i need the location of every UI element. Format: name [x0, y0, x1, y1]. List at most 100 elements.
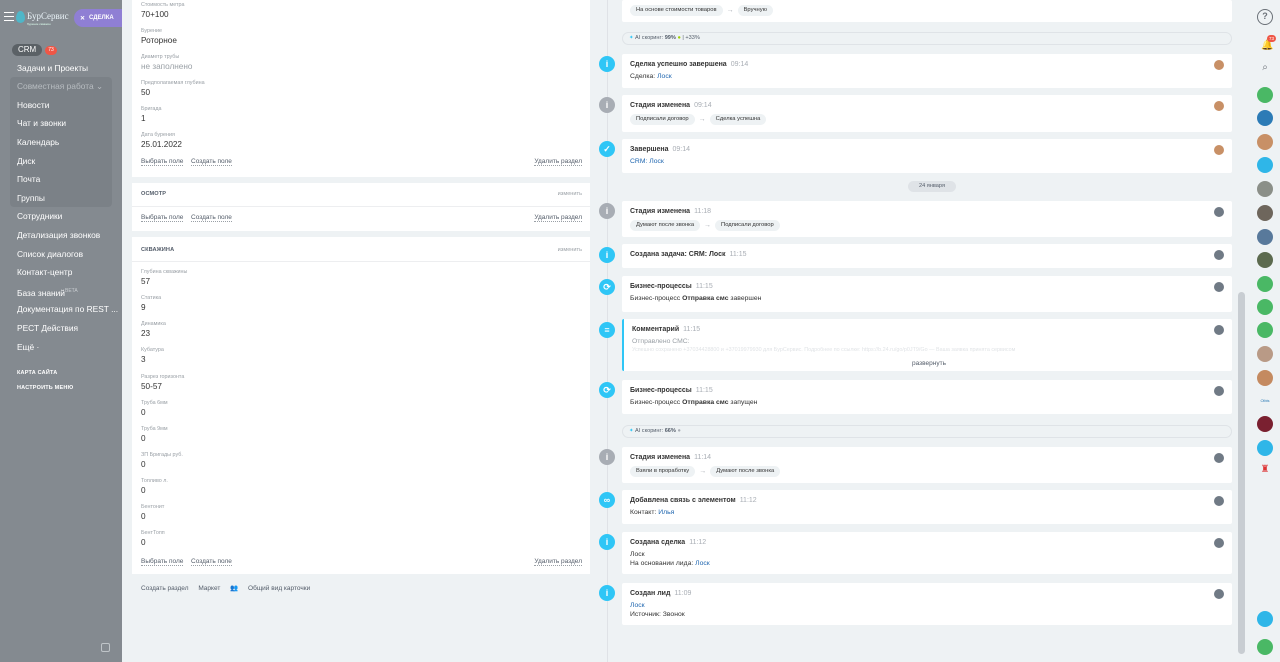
sidebar-item-call-details[interactable]: Детализация звонков	[0, 226, 122, 245]
phone-icon[interactable]	[1257, 322, 1273, 338]
deal-close-button[interactable]: ✕ СДЕЛКА	[74, 9, 122, 27]
avatar[interactable]	[1214, 325, 1224, 335]
site-map-link[interactable]: КАРТА САЙТА	[0, 366, 122, 381]
exit-icon[interactable]	[1257, 611, 1273, 627]
create-field-link[interactable]: Создать поле	[191, 214, 232, 222]
sidebar-item-crm[interactable]: CRM 73	[0, 40, 122, 59]
chat-avatar[interactable]	[1257, 370, 1273, 386]
avatar[interactable]	[1214, 250, 1224, 260]
delete-section-link[interactable]: Удалить раздел	[534, 158, 582, 166]
ai-scoring-bar[interactable]: ✦ AI скоринг: 66% ●	[622, 425, 1232, 438]
field-row[interactable]: Предполагаемая глубина 50	[141, 80, 205, 98]
avatar[interactable]	[1214, 207, 1224, 217]
avatar[interactable]	[1214, 282, 1224, 292]
user-icon[interactable]	[1257, 157, 1273, 173]
menu-icon[interactable]	[4, 12, 14, 21]
phone-icon[interactable]	[1257, 87, 1273, 103]
sidebar-item-tasks[interactable]: Задачи и Проекты	[0, 59, 122, 78]
field-row[interactable]: Глубина скважины 57	[141, 269, 187, 287]
section-edit-link[interactable]: изменить	[558, 247, 582, 253]
section-edit-link[interactable]: изменить	[558, 191, 582, 197]
chat-avatar[interactable]	[1257, 134, 1273, 150]
expand-link[interactable]: развернуть	[912, 360, 946, 367]
lead-link[interactable]: Лоск	[630, 602, 645, 609]
field-row[interactable]: Разрез горизонта 50-57	[141, 374, 184, 392]
avatar[interactable]	[1214, 538, 1224, 548]
field-row[interactable]: Стоимость метра 70+100	[141, 2, 184, 20]
sidebar-item-chat[interactable]: Чат и звонки	[10, 114, 112, 133]
sidebar-item-knowledge-base[interactable]: База знанийBETA	[0, 282, 122, 301]
avatar[interactable]	[1214, 101, 1224, 111]
delete-section-link[interactable]: Удалить раздел	[534, 214, 582, 222]
sidebar-item-contact-center[interactable]: Контакт-центр	[0, 263, 122, 282]
lead-link[interactable]: Лоск	[695, 560, 710, 567]
chat-avatar[interactable]	[1257, 205, 1273, 221]
delete-section-link[interactable]: Удалить раздел	[534, 558, 582, 566]
chat-avatar[interactable]	[1257, 252, 1273, 268]
field-row[interactable]: Дата бурения 25.01.2022	[141, 132, 182, 150]
sidebar-item-rest-actions[interactable]: РЕСТ Действия	[0, 319, 122, 338]
avatar[interactable]	[1214, 60, 1224, 70]
app-icon[interactable]: ♜	[1257, 464, 1273, 480]
sidebar-item-dialogs[interactable]: Список диалогов	[0, 245, 122, 264]
field-value: 50-57	[141, 382, 162, 391]
field-row[interactable]: Диаметр трубы не заполнено	[141, 54, 192, 72]
chat-avatar[interactable]	[1257, 346, 1273, 362]
select-field-link[interactable]: Выбрать поле	[141, 214, 184, 222]
contact-link[interactable]: Илья	[658, 509, 674, 516]
card-view-link[interactable]: Общий вид карточки	[248, 585, 310, 592]
event-body: На основании лида: Лоск	[630, 560, 710, 567]
select-field-link[interactable]: Выбрать поле	[141, 558, 184, 566]
field-row[interactable]: Труба 9мм 0	[141, 426, 168, 444]
bell-icon[interactable]: 🔔 73	[1257, 35, 1276, 54]
app-icon[interactable]: Olbis	[1257, 393, 1273, 409]
field-row[interactable]: Бригада 1	[141, 106, 162, 124]
create-section-link[interactable]: Создать раздел	[141, 585, 189, 592]
field-row[interactable]: Бентонит 0	[141, 504, 164, 522]
field-row[interactable]: Труба 6мм 0	[141, 400, 168, 418]
sidebar-item-disk[interactable]: Диск	[10, 152, 112, 171]
create-field-link[interactable]: Создать поле	[191, 158, 232, 166]
user-icon[interactable]	[1257, 299, 1273, 315]
market-link[interactable]: Маркет	[198, 585, 220, 592]
sidebar-item-more[interactable]: Ещё ·	[0, 338, 122, 357]
field-row[interactable]: Топливо л. 0	[141, 478, 168, 496]
ai-scoring-bar[interactable]: ✦ AI скоринг: 99% ● | +33%	[622, 32, 1232, 45]
field-row[interactable]: Кубатура 3	[141, 347, 164, 365]
group-chat-icon[interactable]	[1257, 440, 1273, 456]
chat-avatar[interactable]	[1257, 181, 1273, 197]
field-row[interactable]: Статика 9	[141, 295, 161, 313]
help-icon[interactable]: ?	[1257, 9, 1273, 25]
call-icon[interactable]	[1257, 639, 1273, 655]
avatar[interactable]	[1214, 145, 1224, 155]
field-row[interactable]: БентТопп 0	[141, 530, 165, 548]
user-icon[interactable]	[1257, 276, 1273, 292]
avatar[interactable]	[1214, 496, 1224, 506]
field-row[interactable]: Динамика 23	[141, 321, 166, 339]
sidebar-item-news[interactable]: Новости	[10, 96, 112, 115]
openlines-icon[interactable]	[1257, 110, 1273, 126]
select-field-link[interactable]: Выбрать поле	[141, 158, 184, 166]
search-icon[interactable]: ⌕	[1257, 62, 1273, 78]
scrollbar[interactable]	[1238, 292, 1245, 654]
field-row[interactable]: Бурение Роторное	[141, 28, 177, 46]
field-row[interactable]: ЗП Бригады руб. 0	[141, 452, 183, 470]
avatar[interactable]	[1214, 386, 1224, 396]
sidebar-item-groups[interactable]: Группы	[10, 189, 112, 208]
deal-link[interactable]: Лоск	[657, 73, 672, 80]
chat-avatar[interactable]	[1257, 229, 1273, 245]
settings-icon[interactable]	[101, 643, 110, 652]
sidebar-item-calendar[interactable]: Календарь	[10, 133, 112, 152]
avatar[interactable]	[1214, 453, 1224, 463]
configure-menu-link[interactable]: НАСТРОИТЬ МЕНЮ	[0, 381, 122, 396]
sidebar-item-employees[interactable]: Сотрудники	[0, 207, 122, 226]
sidebar-item-rest-docs[interactable]: Документация по REST ...	[0, 300, 122, 319]
sidebar-item-mail[interactable]: Почта	[10, 170, 112, 189]
timeline-card: Стадия изменена 09:14 Подписали договор → С…	[622, 95, 1232, 132]
logo[interactable]: БурСервис бурение скважин	[16, 9, 72, 27]
avatar[interactable]	[1214, 589, 1224, 599]
crm-link[interactable]: Лоск	[649, 158, 664, 165]
create-field-link[interactable]: Создать поле	[191, 558, 232, 566]
chat-avatar[interactable]	[1257, 416, 1273, 432]
sidebar-item-collab[interactable]: Совместная работа ⌄	[10, 77, 112, 96]
